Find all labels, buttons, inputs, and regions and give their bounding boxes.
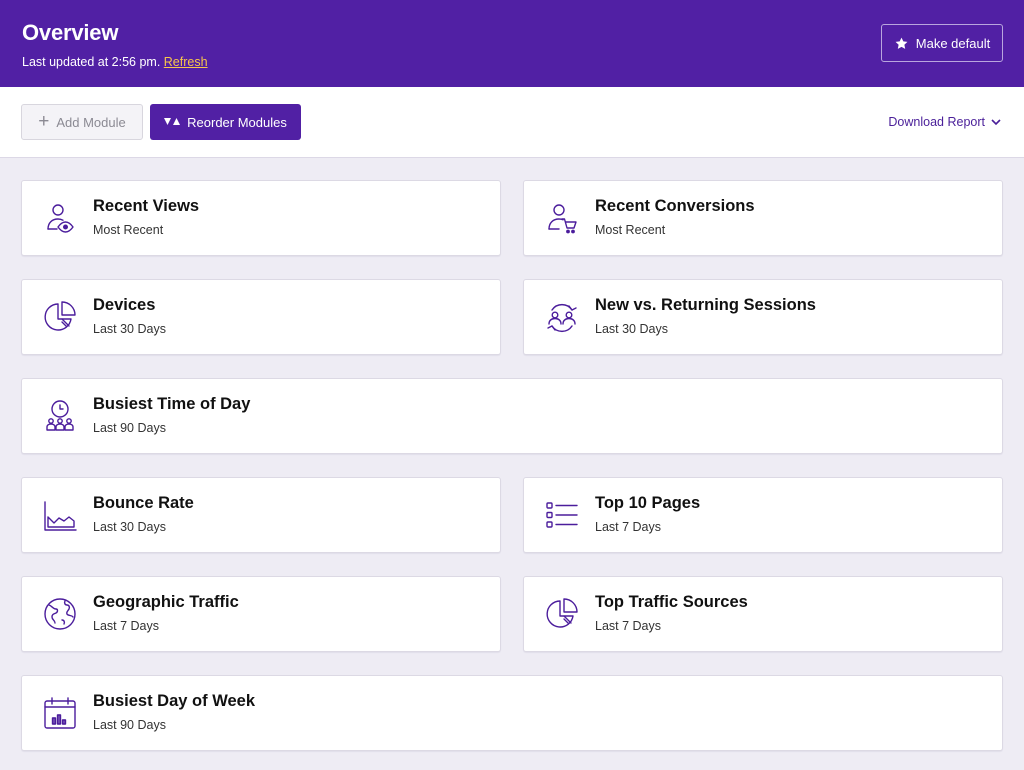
plus-icon: +: [38, 110, 50, 132]
module-title: Recent Views: [93, 197, 200, 215]
module-card-devices[interactable]: Devices Last 30 Days: [21, 279, 501, 355]
module-card-bounce-rate[interactable]: Bounce Rate Last 30 Days: [21, 477, 501, 553]
reorder-triangles-icon: [164, 118, 181, 125]
globe-icon: [43, 597, 77, 631]
module-subtitle: Last 30 Days: [93, 322, 166, 336]
page-header: Overview Last updated at 2:56 pm. Refres…: [0, 0, 1024, 87]
module-card-geographic-traffic[interactable]: Geographic Traffic Last 7 Days: [21, 576, 501, 652]
reorder-modules-button[interactable]: Reorder Modules: [150, 104, 301, 140]
module-subtitle: Last 7 Days: [595, 520, 662, 534]
last-updated-text: Last updated at 2:56 pm.: [22, 55, 161, 69]
make-default-button[interactable]: Make default: [881, 24, 1003, 62]
module-title: Geographic Traffic: [93, 593, 239, 611]
refresh-link[interactable]: Refresh: [164, 55, 208, 69]
module-title: Top 10 Pages: [595, 494, 701, 512]
module-subtitle: Most Recent: [93, 223, 164, 237]
toolbar: + Add Module Reorder Modules Download Re…: [0, 87, 1024, 158]
last-updated-line: Last updated at 2:56 pm. Refresh: [22, 55, 1002, 69]
module-card-top-10-pages[interactable]: Top 10 Pages Last 7 Days: [523, 477, 1003, 553]
module-subtitle: Last 90 Days: [93, 718, 166, 732]
module-title: Bounce Rate: [93, 494, 194, 512]
pie-chart-icon: [545, 597, 579, 631]
module-card-busiest-time-of-day[interactable]: Busiest Time of Day Last 90 Days: [21, 378, 1003, 454]
user-eye-icon: [43, 201, 77, 235]
make-default-label: Make default: [915, 35, 991, 51]
module-card-busiest-day-of-week[interactable]: Busiest Day of Week Last 90 Days: [21, 675, 1003, 751]
download-report-dropdown[interactable]: Download Report: [888, 115, 1001, 129]
page-title: Overview: [22, 20, 119, 45]
module-card-recent-views[interactable]: Recent Views Most Recent: [21, 180, 501, 256]
star-icon: [895, 37, 908, 49]
module-subtitle: Last 30 Days: [595, 322, 668, 336]
module-card-top-traffic-sources[interactable]: Top Traffic Sources Last 7 Days: [523, 576, 1003, 652]
module-subtitle: Last 90 Days: [93, 421, 166, 435]
clock-group-icon: [43, 399, 77, 433]
reorder-modules-label: Reorder Modules: [187, 114, 287, 130]
modules-grid: Recent Views Most Recent Recent Conversi…: [0, 158, 1024, 751]
module-title: Top Traffic Sources: [595, 593, 748, 611]
download-report-label: Download Report: [888, 115, 985, 129]
module-subtitle: Last 30 Days: [93, 520, 166, 534]
module-subtitle: Last 7 Days: [93, 619, 160, 633]
module-card-recent-conversions[interactable]: Recent Conversions Most Recent: [523, 180, 1003, 256]
user-cart-icon: [545, 201, 579, 235]
module-title: Devices: [93, 296, 156, 314]
module-subtitle: Last 7 Days: [595, 619, 662, 633]
module-subtitle: Most Recent: [595, 223, 666, 237]
module-card-new-vs-returning[interactable]: New vs. Returning Sessions Last 30 Days: [523, 279, 1003, 355]
add-module-button[interactable]: + Add Module: [21, 104, 143, 140]
module-title: Busiest Time of Day: [93, 395, 251, 413]
module-title: Busiest Day of Week: [93, 692, 256, 710]
add-module-label: Add Module: [56, 114, 126, 130]
checklist-icon: [545, 498, 579, 532]
calendar-chart-icon: [43, 696, 77, 730]
module-title: Recent Conversions: [595, 197, 755, 215]
chevron-down-icon: [991, 118, 1001, 125]
pie-chart-icon: [43, 300, 77, 334]
area-chart-icon: [43, 498, 77, 532]
module-title: New vs. Returning Sessions: [595, 296, 816, 314]
users-cycle-icon: [545, 300, 579, 334]
